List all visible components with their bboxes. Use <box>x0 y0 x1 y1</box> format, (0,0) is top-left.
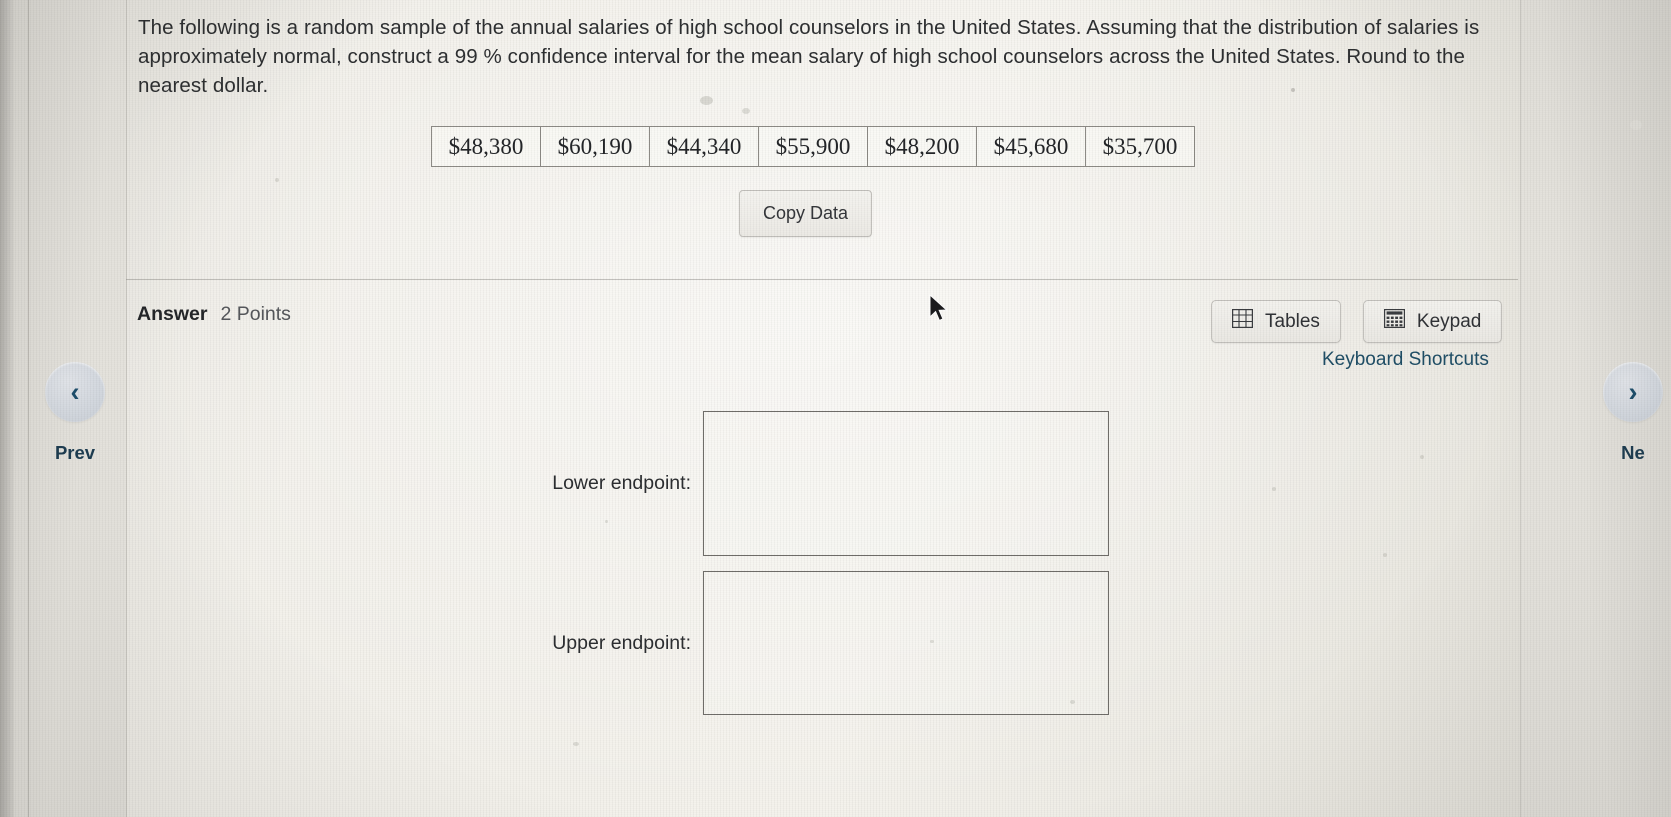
keypad-button[interactable]: Keypad <box>1362 300 1503 343</box>
answer-tools: Tables Keypad <box>1211 300 1503 343</box>
prev-navigation[interactable]: ‹ Prev <box>37 362 113 464</box>
next-navigation[interactable]: › Ne <box>1595 362 1671 464</box>
chevron-left-icon: ‹ <box>70 376 80 407</box>
data-cell: $55,900 <box>758 126 868 167</box>
answer-title: Answer <box>137 303 208 325</box>
upper-endpoint-row: Upper endpoint: <box>416 571 1109 715</box>
question-pane: The following is a random sample of the … <box>126 0 1521 817</box>
data-cell: $48,200 <box>867 126 977 167</box>
left-rail-divider <box>28 0 29 817</box>
next-button[interactable]: › <box>1603 362 1663 422</box>
keypad-button-label: Keypad <box>1416 310 1482 332</box>
sample-data-table: $48,380 $60,190 $44,340 $55,900 $48,200 … <box>431 126 1195 167</box>
lower-endpoint-label: Lower endpoint: <box>552 472 691 494</box>
data-cell: $48,380 <box>431 126 541 167</box>
table-row: $48,380 $60,190 $44,340 $55,900 $48,200 … <box>431 126 1195 167</box>
tables-button[interactable]: Tables <box>1211 300 1341 343</box>
copy-data-button[interactable]: Copy Data <box>739 190 872 237</box>
lower-endpoint-row: Lower endpoint: <box>416 411 1109 556</box>
prev-button[interactable]: ‹ <box>45 362 105 422</box>
data-cell: $44,340 <box>649 126 759 167</box>
next-label: Ne <box>1621 442 1645 463</box>
question-text: The following is a random sample of the … <box>138 16 1480 97</box>
answer-points: 2 Points <box>220 303 291 325</box>
data-cell: $45,680 <box>976 126 1086 167</box>
keyboard-shortcuts-link[interactable]: Keyboard Shortcuts <box>1322 349 1489 371</box>
data-cell: $35,700 <box>1085 126 1195 167</box>
lower-endpoint-input[interactable] <box>703 411 1109 556</box>
table-grid-icon <box>1231 308 1254 334</box>
prev-label: Prev <box>54 442 96 463</box>
chevron-right-icon: › <box>1628 376 1638 407</box>
upper-endpoint-label: Upper endpoint: <box>552 631 691 654</box>
answer-header: Answer 2 Points <box>137 303 291 326</box>
tables-button-label: Tables <box>1265 310 1320 332</box>
section-divider <box>126 279 1518 280</box>
data-cell: $60,190 <box>540 126 650 167</box>
calculator-icon <box>1383 308 1406 334</box>
upper-endpoint-input[interactable] <box>703 571 1109 715</box>
left-edge-shadow <box>0 0 14 817</box>
